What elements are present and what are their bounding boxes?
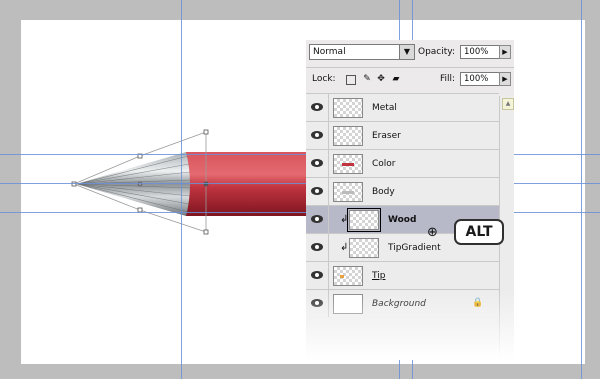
layer-row-background[interactable]: Background 🔒	[306, 289, 499, 317]
thumbnail-stroke	[342, 191, 354, 194]
layer-thumbnail	[333, 182, 363, 202]
eye-icon[interactable]	[311, 159, 323, 167]
layer-thumbnail	[349, 238, 379, 258]
layer-row-metal[interactable]: Metal	[306, 93, 499, 121]
photoshop-workspace: Normal ▼ Opacity: 100% ▶ Lock: ✎ ✥ ▰ Fil…	[0, 0, 600, 379]
lock-transparent-icon[interactable]	[346, 75, 356, 85]
layer-name: Metal	[372, 103, 397, 113]
layer-name: Background	[372, 299, 426, 309]
lock-position-move-icon[interactable]: ✥	[376, 74, 386, 84]
panel-top-row: Normal ▼ Opacity: 100% ▶	[306, 40, 514, 66]
eye-icon[interactable]	[311, 131, 323, 139]
chevron-down-icon[interactable]: ▼	[399, 45, 414, 59]
opacity-label: Opacity:	[418, 47, 455, 57]
layer-thumbnail	[333, 126, 363, 146]
clip-cursor-icon: ⊕	[427, 225, 438, 240]
opacity-field[interactable]: 100%	[460, 45, 500, 59]
layer-thumbnail	[333, 98, 363, 118]
guide-vertical[interactable]	[581, 0, 582, 379]
eye-icon[interactable]	[311, 271, 323, 279]
opacity-arrow-button[interactable]: ▶	[499, 45, 511, 59]
layers-panel: Normal ▼ Opacity: 100% ▶ Lock: ✎ ✥ ▰ Fil…	[306, 40, 514, 360]
lock-all-icon[interactable]: ▰	[391, 74, 401, 84]
blend-mode-dropdown[interactable]: Normal ▼	[309, 44, 415, 60]
eye-icon[interactable]	[311, 187, 323, 195]
layer-name: Tip	[372, 271, 386, 281]
layer-name: Color	[372, 159, 396, 169]
pencil-tip	[76, 152, 190, 216]
layer-name: Body	[372, 187, 395, 197]
eye-icon[interactable]	[311, 299, 323, 307]
layer-row-color[interactable]: Color	[306, 149, 499, 177]
layer-name: Eraser	[372, 131, 401, 141]
alt-key-badge: ALT	[454, 219, 504, 245]
panel-lock-row: Lock: ✎ ✥ ▰ Fill: 100% ▶	[306, 67, 514, 94]
layer-thumbnail	[333, 266, 363, 286]
fill-field[interactable]: 100%	[460, 72, 500, 86]
fill-arrow-button[interactable]: ▶	[499, 72, 511, 86]
layer-row-tip[interactable]: Tip	[306, 261, 499, 289]
thumbnail-stroke	[340, 275, 344, 278]
layer-name: Wood	[388, 215, 417, 225]
clipping-arrow-icon: ↲	[340, 214, 349, 225]
layer-row-body[interactable]: Body	[306, 177, 499, 205]
layer-row-eraser[interactable]: Eraser	[306, 121, 499, 149]
layer-thumbnail	[347, 208, 381, 232]
layer-thumbnail	[333, 154, 363, 174]
lock-image-brush-icon[interactable]: ✎	[362, 74, 372, 84]
transform-handle[interactable]	[203, 229, 209, 235]
layer-thumbnail	[333, 294, 363, 314]
eye-icon[interactable]	[311, 243, 323, 251]
fill-label: Fill:	[440, 74, 456, 84]
thumbnail-stroke	[342, 163, 354, 166]
lock-icon: 🔒	[472, 298, 484, 308]
eye-icon[interactable]	[311, 215, 323, 223]
scroll-up-arrow-icon[interactable]: ▲	[502, 98, 514, 110]
guide-vertical[interactable]	[181, 0, 182, 379]
lock-label: Lock:	[312, 74, 336, 84]
eye-icon[interactable]	[311, 103, 323, 111]
blend-mode-value: Normal	[313, 47, 346, 57]
transform-handle[interactable]	[203, 129, 209, 135]
clipping-arrow-icon: ↲	[340, 242, 349, 253]
layer-name: TipGradient	[388, 243, 441, 253]
